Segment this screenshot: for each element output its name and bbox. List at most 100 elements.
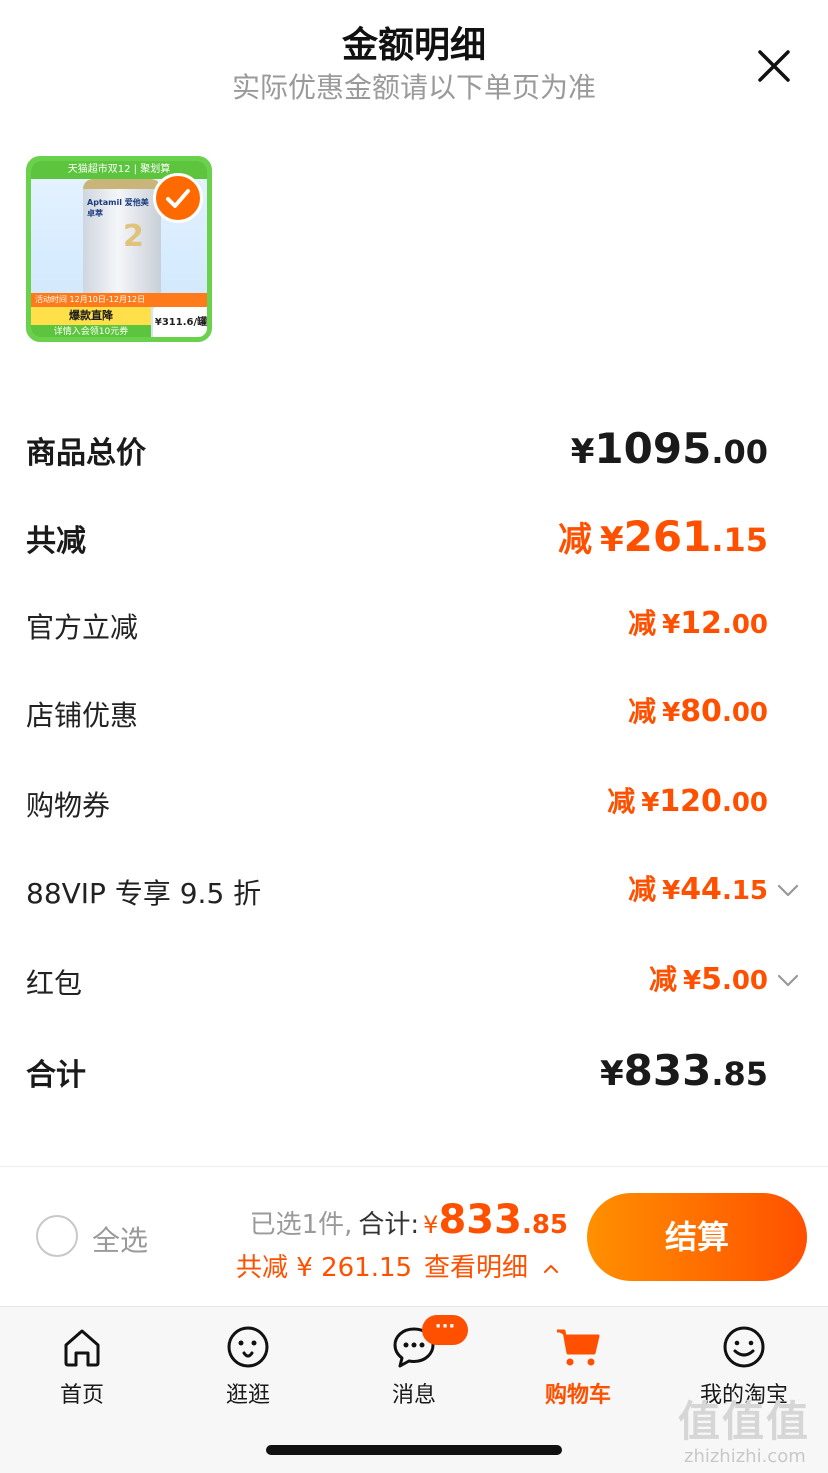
tab-label: 购物车 (544, 1383, 611, 1408)
amount-int: 12 (680, 606, 722, 641)
total-label: 合计: (358, 1210, 420, 1240)
row-official-discount: 官方立减 减 ¥12.00 (26, 598, 802, 658)
amount-dec: .00 (721, 610, 768, 640)
row-label: 合计 (26, 1058, 86, 1093)
amount-int: 5 (701, 962, 722, 997)
tab-label: 消息 (391, 1383, 436, 1408)
yen-sign: ¥ (662, 610, 681, 640)
yen-sign: ¥ (599, 1054, 624, 1094)
row-store-discount: 店铺优惠 减 ¥80.00 (26, 686, 802, 746)
amount-total-price: ¥1095.00 (571, 424, 768, 473)
yen-sign: ¥ (682, 966, 702, 996)
yen-sign: ¥ (599, 520, 624, 560)
amount-shopping-coupon: 减 ¥120.00 (607, 780, 768, 820)
amount-dec: .00 (711, 433, 768, 471)
details-label: 查看明细 (424, 1253, 529, 1283)
browse-icon (224, 1323, 272, 1371)
tab-browse[interactable]: 逛逛 (188, 1317, 308, 1417)
row-label: 商品总价 (26, 436, 146, 471)
unit-price: ¥311.6/罐 (153, 307, 207, 337)
row-label: 共减 (26, 524, 86, 559)
expand-88vip-button[interactable] (774, 876, 802, 904)
home-indicator[interactable] (266, 1445, 562, 1455)
coupon-tag: 详情入会领10元券 (31, 325, 151, 337)
row-label: 官方立减 (26, 611, 139, 644)
amount-int: 120 (659, 784, 722, 819)
message-badge: ··· (422, 1315, 468, 1345)
amount-int: 1095 (594, 424, 712, 473)
product-stage: 2 (123, 219, 144, 254)
row-total-discount: 共减 减 ¥261.15 (26, 508, 802, 568)
tab-home[interactable]: 首页 (22, 1317, 142, 1417)
tab-cart[interactable]: 购物车 (518, 1317, 638, 1417)
tab-label: 逛逛 (225, 1383, 270, 1408)
amount-dec: .00 (721, 966, 768, 996)
close-button[interactable] (752, 44, 796, 88)
row-label: 店铺优惠 (26, 699, 139, 732)
chevron-up-icon (544, 1264, 559, 1273)
product-can-image: Aptamil 爱他美 卓萃 2 (83, 179, 161, 297)
page-title: 金额明细 (341, 25, 486, 66)
watermark-logo: 值值值 (678, 1397, 811, 1446)
yen-sign: ¥ (570, 432, 595, 472)
amount-dec: .15 (721, 876, 768, 906)
row-red-packet[interactable]: 红包 减 ¥5.00 (26, 954, 802, 1014)
select-all-checkbox[interactable] (36, 1215, 78, 1257)
watermark-site: zhizhizhi.com (684, 1446, 806, 1467)
amount-store-discount: 减 ¥80.00 (628, 690, 768, 730)
selected-count: 已选1件, (249, 1210, 353, 1240)
yen-sign: ¥ (641, 788, 660, 818)
row-label: 购物券 (26, 789, 111, 822)
expand-red-packet-button[interactable] (774, 966, 802, 994)
chevron-down-icon (777, 884, 799, 897)
row-88vip-discount[interactable]: 88VIP 专享 9.5 折 减 ¥44.15 (26, 864, 802, 924)
view-details-link[interactable]: 共减 ¥ 261.15 查看明细 (236, 1247, 560, 1284)
checkout-button[interactable]: 结算 (587, 1193, 807, 1281)
amount-dec: .00 (721, 698, 768, 728)
home-icon (58, 1323, 106, 1371)
minus-prefix: 减 (607, 785, 636, 818)
settle-amount-int: 833 (438, 1197, 522, 1243)
amount-int: 44 (680, 872, 722, 907)
row-label: 红包 (26, 967, 83, 1000)
amount-total-discount: 减 ¥261.15 (558, 512, 768, 561)
minus-prefix: 减 (628, 873, 657, 906)
row-total-price: 商品总价 ¥1095.00 (26, 420, 802, 480)
activity-date: 活动时间 12月10日-12月12日 (31, 293, 207, 307)
promo-tag: 爆款直降 (31, 307, 151, 325)
tab-messages[interactable]: ··· 消息 (354, 1315, 474, 1417)
row-shopping-coupon: 购物券 减 ¥120.00 (26, 776, 802, 836)
row-sum: 合计 ¥833.85 (26, 1042, 802, 1102)
minus-prefix: 减 (648, 963, 677, 996)
amount-88vip-discount: 减 ¥44.15 (628, 868, 768, 908)
amount-int: 261 (623, 512, 712, 561)
yen-sign: ¥ (423, 1211, 439, 1239)
close-icon (758, 50, 790, 82)
settle-amount-dec: .85 (521, 1210, 568, 1240)
minus-prefix: 减 (628, 607, 657, 640)
settlement-bar: 全选 已选1件, 合计: ¥833.85 共减 ¥ 261.15 查看明细 结算 (0, 1166, 828, 1306)
profile-icon (720, 1323, 768, 1371)
amount-int: 80 (680, 694, 722, 729)
row-label: 88VIP 专享 9.5 折 (26, 877, 262, 910)
settle-summary: 已选1件, 合计: ¥833.85 (250, 1197, 568, 1243)
select-all-label[interactable]: 全选 (92, 1219, 148, 1259)
yen-sign: ¥ (662, 876, 681, 906)
check-icon (166, 189, 190, 208)
page-subtitle: 实际优惠金额请以下单页为准 (231, 71, 596, 104)
product-brand: Aptamil 爱他美 卓萃 (87, 198, 149, 218)
saved-amount: 共减 ¥ 261.15 (236, 1253, 413, 1283)
amount-official-discount: 减 ¥12.00 (628, 602, 768, 642)
yen-sign: ¥ (662, 698, 681, 728)
amount-int: 833 (623, 1046, 712, 1095)
product-thumbnail[interactable]: 天猫超市双12 | 聚划算 Aptamil 爱他美 卓萃 2 活动时间 12月1… (26, 156, 212, 342)
chevron-down-icon (777, 974, 799, 987)
amount-sum: ¥833.85 (600, 1046, 768, 1095)
minus-prefix: 减 (628, 695, 657, 728)
product-selected-check[interactable] (153, 173, 203, 223)
amount-dec: .85 (711, 1055, 768, 1093)
cart-icon (554, 1323, 602, 1371)
minus-prefix: 减 (557, 520, 592, 560)
amount-red-packet: 减 ¥5.00 (649, 958, 768, 998)
amount-dec: .00 (721, 788, 768, 818)
